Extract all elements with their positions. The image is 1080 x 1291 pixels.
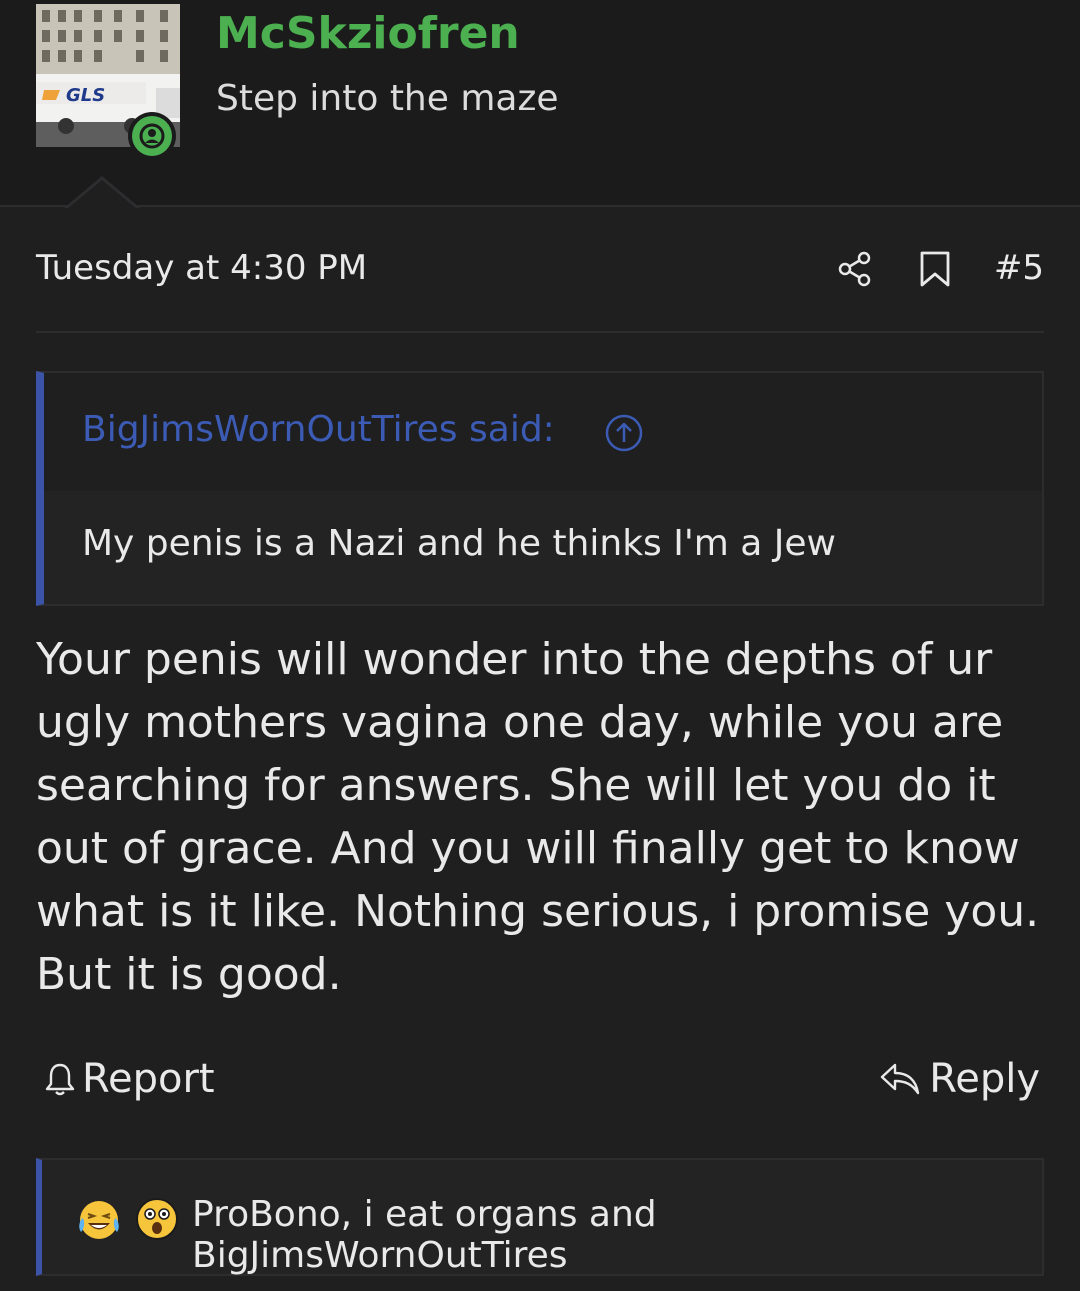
quote-author[interactable]: BigJimsWornOutTires said: [82,409,555,450]
user-title: Step into the maze [216,78,559,119]
username[interactable]: McSkziofren [216,8,520,59]
user-icon [139,123,165,149]
bell-icon [45,1063,75,1096]
post-author-header: GLS McSkziofren Step into the maze [0,0,1080,207]
bookmark-icon[interactable] [918,250,952,288]
post-meta: Tuesday at 4:30 PM #5 [36,246,1044,294]
header-pointer-inner [67,180,137,209]
reply-button[interactable]: Reply [879,1056,1040,1102]
online-status-badge [128,112,176,160]
share-icon[interactable] [836,250,874,288]
reply-icon [881,1063,920,1095]
reaction-users[interactable]: ProBono, i eat organs and BigJimsWornOut… [192,1194,1042,1276]
laughing-crying-emoji-icon[interactable] [76,1196,122,1242]
reactions-bar[interactable]: ProBono, i eat organs and BigJimsWornOut… [36,1158,1044,1276]
post-number[interactable]: #5 [994,248,1044,288]
post-body: Your penis will wonder into the depths o… [36,634,1040,1000]
quote-body: My penis is a Nazi and he thinks I'm a J… [82,523,836,564]
divider [36,331,1044,333]
report-label: Report [82,1056,215,1102]
reply-label: Reply [929,1056,1040,1102]
quote-header: BigJimsWornOutTires said: [44,373,1042,491]
report-button[interactable]: Report [44,1056,215,1102]
avatar-van-logo: GLS [66,85,105,106]
astonished-emoji-icon[interactable] [134,1196,180,1242]
quote-block: BigJimsWornOutTires said: My penis is a … [36,371,1044,606]
post-date[interactable]: Tuesday at 4:30 PM [36,248,367,288]
arrow-up-circle-icon[interactable] [604,413,644,453]
